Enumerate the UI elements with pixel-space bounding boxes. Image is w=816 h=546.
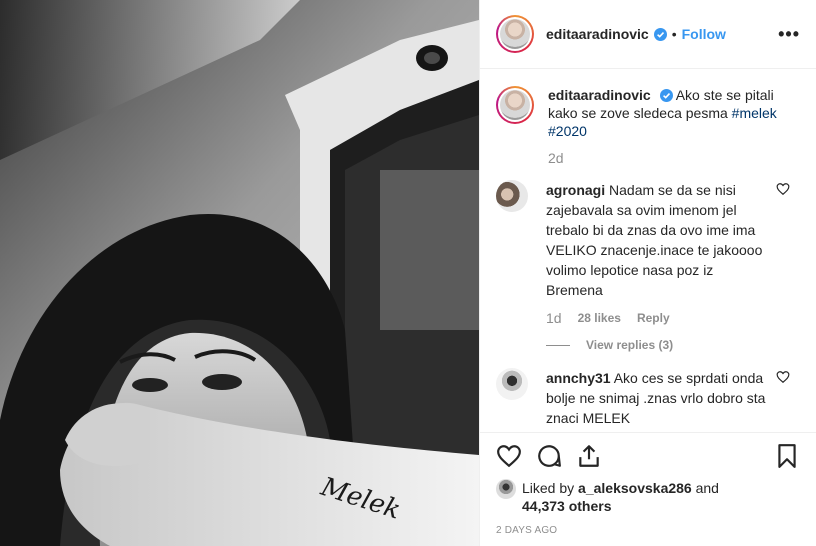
post-actions-section: Liked by a_aleksovska286 and 44,373 othe… [480, 432, 816, 536]
post-photo[interactable]: Melek [0, 0, 479, 546]
likes-text: Liked by a_aleksovska286 and 44,373 othe… [522, 479, 719, 515]
comment-heart-icon[interactable] [776, 182, 790, 196]
author-avatar[interactable] [496, 15, 534, 53]
caption-age: 2d [548, 150, 564, 166]
comment-heart-icon[interactable] [776, 370, 790, 384]
post-side-panel: editaaradinovic • Follow ••• editaaradin… [479, 0, 816, 546]
hashtag-link[interactable]: #melek [732, 105, 777, 121]
post-header: editaaradinovic • Follow ••• [480, 0, 816, 69]
comment-body: agronagi Nadam se da se nisi zajebavala … [546, 180, 766, 300]
post-timestamp: 2 DAYS AGO [496, 525, 558, 536]
follow-button[interactable]: Follow [682, 26, 726, 42]
comment-text: Nadam se da se nisi zajebavala sa ovim i… [546, 182, 763, 298]
comment-age: 1d [546, 310, 562, 326]
liker-avatar[interactable] [496, 479, 516, 499]
commenter-username[interactable]: agronagi [546, 182, 605, 198]
photo-illustration: Melek [0, 0, 479, 546]
hashtag-link[interactable]: #2020 [548, 123, 587, 139]
comment-item: agronagi Nadam se da se nisi zajebavala … [496, 180, 800, 300]
verified-badge-icon [659, 89, 673, 102]
share-icon[interactable] [576, 443, 602, 469]
comment-meta: 1d 28 likes Reply [546, 310, 800, 326]
comment-icon[interactable] [536, 443, 562, 469]
bookmark-icon[interactable] [774, 443, 800, 469]
reply-button[interactable]: Reply [637, 311, 670, 325]
liker-username[interactable]: a_aleksovska286 [578, 480, 692, 496]
post-caption: editaaradinovic Ako ste se pitali kako s… [496, 86, 800, 140]
view-replies-button[interactable]: View replies (3) [546, 338, 800, 352]
commenter-username[interactable]: annchy31 [546, 370, 611, 386]
caption-avatar[interactable] [496, 86, 534, 124]
verified-badge-icon [653, 27, 667, 41]
action-bar [480, 433, 816, 479]
liked-and: and [695, 480, 719, 496]
likes-count-others[interactable]: 44,373 others [522, 498, 612, 514]
comment-item: annchy31 Ako ces se sprdati onda bolje n… [496, 368, 800, 428]
commenter-avatar[interactable] [496, 180, 528, 212]
comment-body: annchy31 Ako ces se sprdati onda bolje n… [546, 368, 766, 428]
commenter-avatar[interactable] [496, 368, 528, 400]
comment-likes[interactable]: 28 likes [578, 311, 621, 325]
view-replies-label: View replies (3) [586, 338, 674, 352]
replies-divider [546, 344, 570, 346]
comments-list[interactable]: editaaradinovic Ako ste se pitali kako s… [480, 70, 816, 432]
author-username[interactable]: editaaradinovic [546, 26, 649, 42]
likes-summary: Liked by a_aleksovska286 and 44,373 othe… [480, 479, 816, 515]
more-options-icon[interactable]: ••• [778, 24, 800, 45]
caption-username[interactable]: editaaradinovic [548, 87, 651, 103]
caption-text: editaaradinovic Ako ste se pitali kako s… [548, 86, 788, 140]
header-separator: • [671, 26, 677, 42]
heart-icon[interactable] [496, 443, 522, 469]
liked-by-prefix: Liked by [522, 480, 575, 496]
